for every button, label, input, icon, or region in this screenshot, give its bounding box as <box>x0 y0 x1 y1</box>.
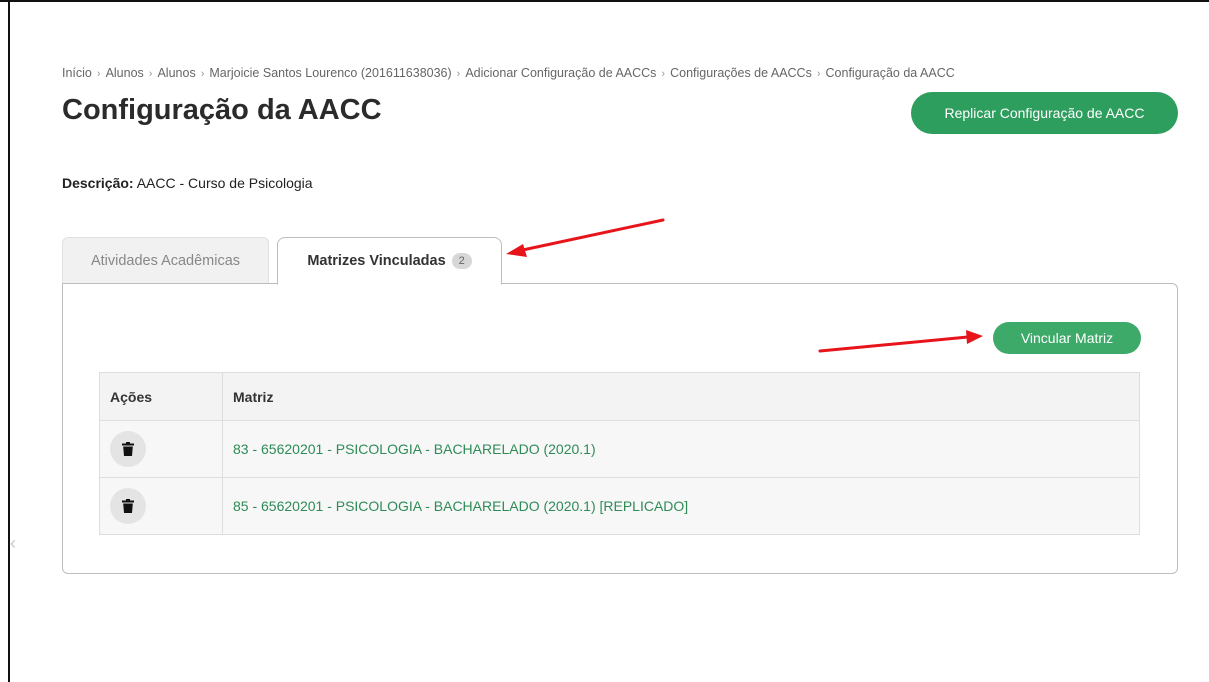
matrix-link[interactable]: 83 - 65620201 - PSICOLOGIA - BACHARELADO… <box>233 441 596 457</box>
trash-icon <box>122 499 134 513</box>
chevron-left-icon[interactable]: ‹ <box>10 533 16 554</box>
table-header-row: Ações Matriz <box>99 372 1140 421</box>
delete-button[interactable] <box>110 488 146 524</box>
matrix-link[interactable]: 85 - 65620201 - PSICOLOGIA - BACHARELADO… <box>233 498 688 514</box>
annotation-arrow-tab <box>506 218 665 257</box>
column-header-matriz: Matriz <box>222 372 1140 421</box>
breadcrumb-separator: › <box>816 68 821 80</box>
matrices-table: Ações Matriz 83 - 65620201 - PSICOLOGIA … <box>99 372 1140 535</box>
breadcrumb-item-student[interactable]: Marjoicie Santos Lourenco (201611638036) <box>209 66 451 80</box>
breadcrumb-item-alunos-2[interactable]: Alunos <box>157 66 195 80</box>
link-matrix-button[interactable]: Vincular Matriz <box>993 322 1141 354</box>
table-row: 83 - 65620201 - PSICOLOGIA - BACHARELADO… <box>99 420 1140 478</box>
table-row: 85 - 65620201 - PSICOLOGIA - BACHARELADO… <box>99 477 1140 535</box>
count-badge: 2 <box>451 253 472 269</box>
tab-label: Atividades Acadêmicas <box>90 253 241 269</box>
breadcrumb-separator: › <box>96 68 101 80</box>
description-label: Descrição: <box>62 175 134 191</box>
breadcrumb-separator: › <box>148 68 153 80</box>
matrix-cell: 83 - 65620201 - PSICOLOGIA - BACHARELADO… <box>222 420 1140 478</box>
breadcrumb-separator: › <box>456 68 461 80</box>
description-value: AACC - Curso de Psicologia <box>136 175 313 191</box>
replicate-config-button[interactable]: Replicar Configuração de AACC <box>911 92 1178 134</box>
breadcrumb-item-current: Configuração da AACC <box>825 66 955 80</box>
breadcrumb-item-alunos[interactable]: Alunos <box>106 66 144 80</box>
trash-icon <box>122 442 134 456</box>
breadcrumb-item-add-config[interactable]: Adicionar Configuração de AACCs <box>465 66 656 80</box>
breadcrumb-separator: › <box>661 68 666 80</box>
breadcrumb-separator: › <box>200 68 205 80</box>
actions-cell <box>99 477 223 535</box>
tab-matrizes-vinculadas[interactable]: Matrizes Vinculadas 2 <box>277 237 502 285</box>
column-header-acoes: Ações <box>99 372 223 421</box>
screenshot-border-left <box>8 0 10 682</box>
description: Descrição: AACC - Curso de Psicologia <box>62 175 313 191</box>
breadcrumb-item-configs[interactable]: Configurações de AACCs <box>670 66 812 80</box>
matrix-cell: 85 - 65620201 - PSICOLOGIA - BACHARELADO… <box>222 477 1140 535</box>
breadcrumb-item-inicio[interactable]: Início <box>62 66 92 80</box>
actions-cell <box>99 420 223 478</box>
breadcrumb: Início › Alunos › Alunos › Marjoicie Santos Lo… <box>62 66 955 80</box>
tab-label: Matrizes Vinculadas <box>307 253 446 269</box>
tab-atividades-academicas[interactable]: Atividades Acadêmicas <box>62 237 269 284</box>
screenshot-border-top <box>0 0 1209 2</box>
page-title: Configuração da AACC <box>62 94 382 126</box>
delete-button[interactable] <box>110 431 146 467</box>
